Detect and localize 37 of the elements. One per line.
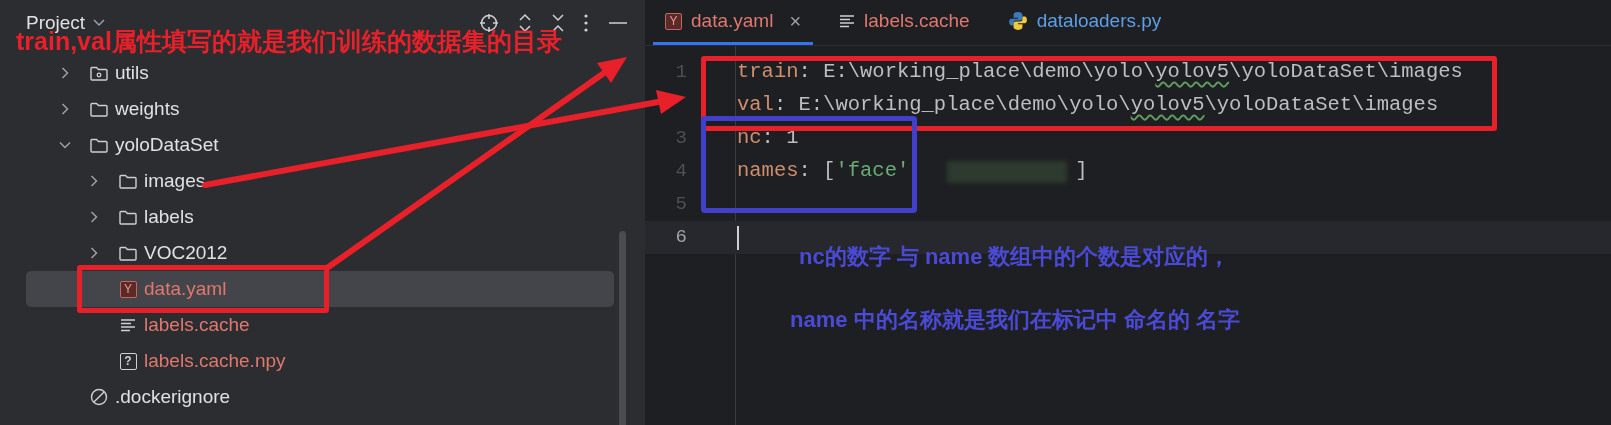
yaml-file-icon: Y — [119, 280, 137, 298]
scrollbar[interactable] — [619, 231, 626, 425]
unknown-file-icon: ? — [119, 352, 137, 370]
text-file-icon — [839, 14, 856, 28]
tree-item[interactable]: ? labels.cache.npy — [26, 343, 292, 379]
no-entry-icon — [90, 388, 108, 406]
tree-item[interactable]: Y data.yaml — [26, 271, 614, 307]
editor-tab[interactable]: dataloaders.py — [995, 0, 1174, 45]
code-line: train: E:\working_place\demo\yolo\yolov5\yoloDataSet\images — [736, 59, 1463, 86]
tree-item[interactable]: labels — [26, 199, 200, 235]
more-icon[interactable] — [584, 14, 588, 32]
folder-icon — [119, 209, 137, 225]
tree-item[interactable]: yoloDataSet — [26, 127, 225, 163]
tree-item[interactable]: labels.cache — [26, 307, 256, 343]
code-line: val: E:\working_place\demo\yolo\yolov5\yoloDataSet\images — [736, 92, 1439, 119]
tree-item[interactable]: VOC2012 — [26, 235, 234, 271]
text-file-icon — [120, 318, 136, 332]
annotation-text: name 中的名称就是我们在标记中 命名的 名字 — [790, 309, 1240, 331]
code-line: nc: 1 — [736, 125, 799, 152]
close-icon[interactable]: × — [789, 6, 802, 36]
python-file-icon — [1007, 11, 1028, 31]
tree-item[interactable]: images — [26, 163, 212, 199]
yaml-file-icon: Y — [665, 12, 682, 30]
line-number: 6 — [674, 225, 687, 251]
tree-item[interactable]: utils — [26, 55, 155, 91]
annotation-text: nc的数字 与 name 数组中的个数是对应的， — [799, 246, 1231, 268]
editor-tab[interactable]: Y data.yaml × — [653, 0, 814, 45]
code-line: names: ['face' ] — [736, 158, 1088, 185]
folder-icon — [119, 245, 137, 261]
tree-item[interactable]: .dockerignore — [26, 379, 237, 415]
folder-icon — [90, 137, 108, 153]
chevron-down-icon[interactable] — [93, 19, 106, 27]
package-folder-icon — [90, 65, 108, 81]
tree-item[interactable]: weights — [26, 91, 186, 127]
folder-icon — [119, 173, 137, 189]
folder-icon — [90, 101, 108, 117]
editor-tab[interactable]: labels.cache — [827, 0, 982, 45]
